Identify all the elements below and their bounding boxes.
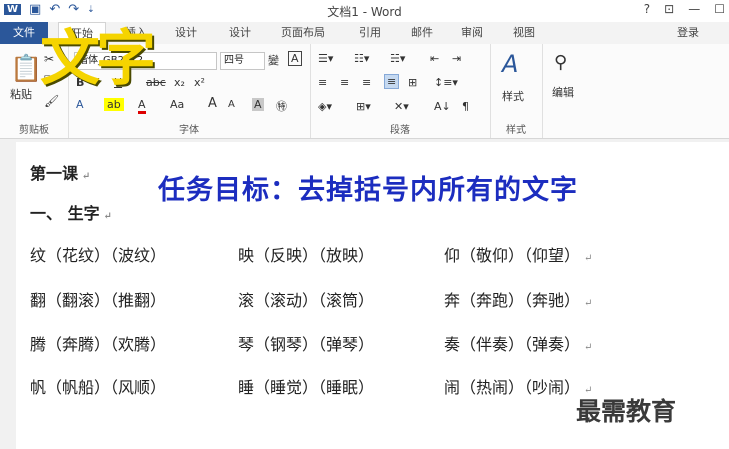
clipboard-group-label: 剪贴板 [19,125,49,136]
line-spacing-icon[interactable]: ↕≡▾ [434,76,458,89]
enclose-char-button[interactable]: ㊕ [276,98,287,114]
vocab-cell: 奔（奔跑）（奔驰） ↵ [444,291,593,310]
justify-icon[interactable]: ≡ [384,74,400,89]
help-button[interactable]: ? [644,2,650,16]
styles-group-label: 样式 [506,125,526,136]
paragraph-group: ☰▾ ☷▾ ☵▾ ⇤ ⇥ ≡ ≡ ≡ ≡ ⊞ ↕≡▾ ◈▾ ⊞▾ ✕▾ A↓ ¶… [310,44,491,138]
styles-button[interactable]: 样式 [502,88,524,104]
paste-icon[interactable]: 📋 [10,54,42,84]
char-shading-button[interactable]: A [252,98,264,111]
asian-layout-icon[interactable]: ✕▾ [394,100,409,113]
increase-indent-icon[interactable]: ⇥ [452,52,461,65]
vocab-cell: 帆（帆船）（风顺） [30,378,167,397]
char-border-icon[interactable]: A [288,51,302,66]
multilevel-list-icon[interactable]: ☵▾ [390,52,405,65]
minimize-button[interactable]: — [688,2,700,16]
watermark: 最需教育 [576,397,677,426]
shading-icon[interactable]: ◈▾ [318,100,332,113]
vocab-cell: 仰（敬仰）（仰望） ↵ [444,246,593,265]
superscript-button[interactable]: x² [194,76,205,89]
editing-group: ⚲ 编辑 [542,44,592,138]
grow-font-button[interactable]: A [208,96,217,111]
numbering-icon[interactable]: ☷▾ [354,52,369,65]
vocab-cell: 纹（花纹）（波纹） [30,246,167,265]
lesson-heading: 第一课 ↵ [30,164,91,183]
vocab-cell: 翻（翻滚）（推翻） [30,291,167,310]
ribbon-display-button[interactable]: ⊡ [664,2,674,16]
distributed-icon[interactable]: ⊞ [408,76,417,89]
task-banner: 任务目标：去掉括号内所有的文字 [158,175,578,206]
font-group-label: 字体 [179,125,199,136]
section-heading: 一、 生字 ↵ [30,204,112,223]
align-center-icon[interactable]: ≡ [340,76,349,89]
font-color-button[interactable]: A [138,98,146,114]
tab-review[interactable]: 审阅 [452,22,492,44]
sort-icon[interactable]: A↓ [434,100,451,113]
tab-layout[interactable]: 页面布局 [275,22,331,44]
font-size-combo[interactable]: 四号 [220,52,265,70]
shrink-font-button[interactable]: A [228,99,235,110]
window-controls: ? ⊡ — ☐ [644,2,725,16]
tab-view[interactable]: 视图 [504,22,544,44]
login-link[interactable]: 登录 [677,22,699,44]
vocab-cell: 琴（钢琴）（弹琴） [238,335,375,354]
vocab-cell: 睡（睡觉）（睡眠） [238,378,375,397]
tab-design[interactable]: 设计 [166,22,206,44]
vocab-cell: 奏（伴奏）（弹奏） ↵ [444,335,593,354]
styles-group: A 样式 样式 [490,44,543,138]
vocab-cell: 映（反映）（放映） [238,246,375,265]
maximize-button[interactable]: ☐ [714,2,725,16]
change-case-button[interactable]: Aa [170,98,184,111]
phonetic-guide-icon[interactable]: 變 [268,52,279,68]
vocab-cell: 腾（奔腾）（欢腾） [30,335,167,354]
subscript-button[interactable]: x₂ [174,76,185,89]
decrease-indent-icon[interactable]: ⇤ [430,52,439,65]
vocab-cell: 滚（滚动）（滚筒） [238,291,375,310]
overlay-glyph: 文字 [40,24,156,94]
paste-label[interactable]: 粘贴 [10,86,32,102]
tab-references[interactable]: 引用 [350,22,390,44]
align-left-icon[interactable]: ≡ [318,76,327,89]
show-marks-icon[interactable]: ¶ [462,100,469,113]
vocab-cell: 闹（热闹）（吵闹） ↵ [444,378,593,397]
tab-mailings[interactable]: 邮件 [402,22,442,44]
text-effects-button[interactable]: A [76,98,84,111]
paragraph-group-label: 段落 [390,125,410,136]
tab-design-2[interactable]: 设计 [220,22,260,44]
highlight-icon[interactable]: ab [104,98,124,111]
binoculars-icon[interactable]: ⚲ [554,52,567,73]
borders-icon[interactable]: ⊞▾ [356,100,371,113]
bullets-icon[interactable]: ☰▾ [318,52,333,65]
editing-button[interactable]: 编辑 [552,84,574,100]
styles-icon[interactable]: A [502,50,518,78]
align-right-icon[interactable]: ≡ [362,76,371,89]
